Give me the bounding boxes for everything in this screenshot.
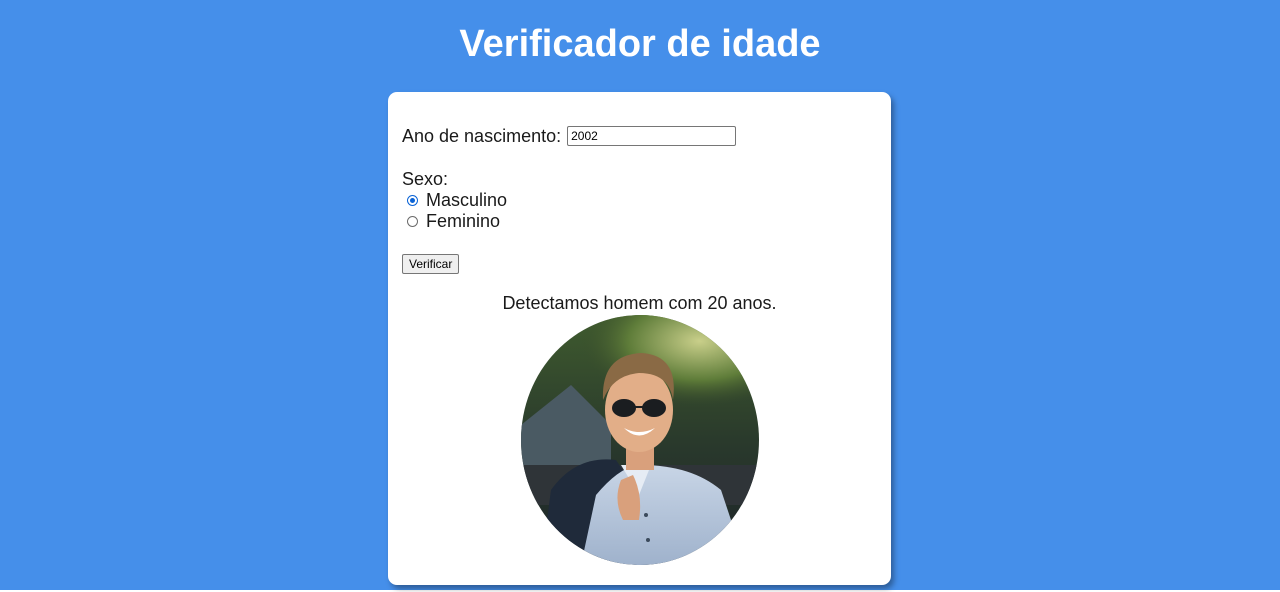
result-text: Detectamos homem com 20 anos. [502,293,777,313]
birth-year-label: Ano de nascimento: [402,126,562,146]
radio-button-feminino[interactable] [407,215,418,227]
page-title: Verificador de idade [459,23,821,65]
form-card: Ano de nascimento: Sexo: Masculino Femin… [388,92,891,585]
birth-year-input[interactable] [567,126,737,146]
sex-label: Sexo: [402,169,449,189]
radio-button-masculino[interactable] [407,194,418,206]
radio-label-masculino: Masculino [426,190,508,210]
page-background: Verificador de idade Ano de nascimento: … [0,0,1280,590]
result-photo [521,315,759,565]
man-with-sunglasses-photo-icon [521,315,759,565]
radio-option-masculino[interactable]: Masculino [407,189,507,211]
radio-option-feminino[interactable]: Feminino [407,210,500,232]
radio-label-feminino: Feminino [426,211,501,231]
birth-year-row: Ano de nascimento: [402,125,737,147]
verify-button[interactable]: Verificar [402,254,460,274]
